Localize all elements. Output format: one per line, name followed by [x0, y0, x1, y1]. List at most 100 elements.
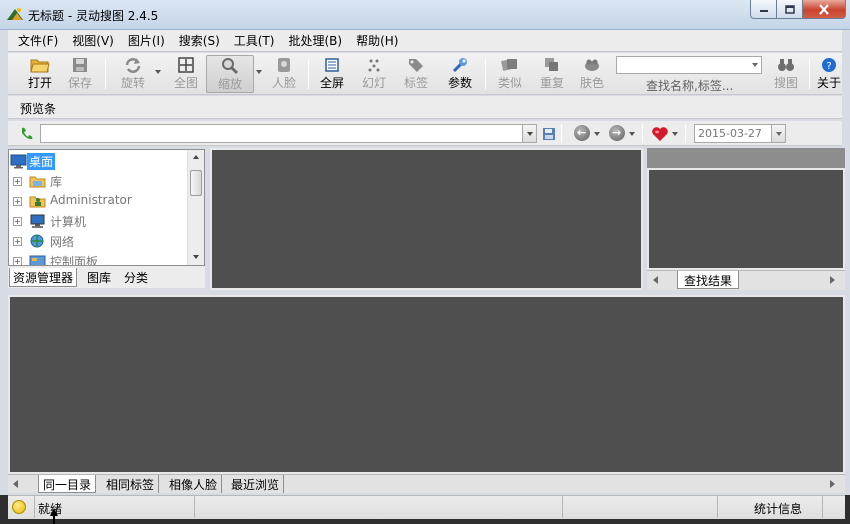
tree-item-desktop[interactable]: 桌面	[9, 151, 189, 171]
address-input[interactable]	[40, 124, 537, 143]
toolbar-separator	[642, 124, 643, 143]
preview-strip-label: 预览条	[20, 102, 57, 116]
smiley-icon	[12, 500, 26, 514]
search-images-button[interactable]: 搜图	[768, 55, 804, 93]
app-logo-icon	[7, 8, 23, 20]
window-controls	[750, 0, 846, 19]
maximize-button[interactable]	[776, 0, 802, 19]
computer-icon	[30, 214, 45, 228]
tree-item-computer[interactable]: + 计算机	[9, 211, 189, 231]
tag-button[interactable]: 标签	[398, 55, 434, 93]
tree-item-control-panel[interactable]: + 控制面板	[9, 251, 189, 265]
scroll-down-icon[interactable]	[193, 255, 199, 259]
search-results-view[interactable]	[647, 168, 845, 270]
fit-all-button[interactable]: 全图	[168, 55, 204, 93]
related-images-view[interactable]	[8, 295, 845, 474]
face-detect-icon	[278, 58, 290, 72]
thumbnail-view[interactable]	[210, 148, 643, 290]
expand-icon[interactable]: +	[13, 217, 22, 226]
tab-same-folder[interactable]: 同一目录	[38, 475, 97, 493]
zoom-button[interactable]: 缩放	[206, 55, 254, 93]
menu-image[interactable]: 图片(I)	[128, 32, 165, 49]
menu-batch[interactable]: 批处理(B)	[288, 32, 342, 49]
help-circle-icon: ?	[822, 58, 836, 72]
menu-help[interactable]: 帮助(H)	[356, 32, 398, 49]
tab-similar-face[interactable]: 相像人脸	[165, 475, 223, 493]
menu-bar: 文件(F) 视图(V) 图片(I) 搜索(S) 工具(T) 批处理(B) 帮助(…	[8, 30, 842, 52]
save-button[interactable]: 保存	[62, 55, 98, 93]
arrow-right-icon: →	[612, 126, 622, 139]
slideshow-icon	[368, 59, 380, 72]
expand-icon[interactable]: +	[13, 177, 22, 186]
date-picker[interactable]: 2015-03-27	[694, 124, 786, 143]
tree-item-user[interactable]: + Administrator	[9, 191, 189, 211]
tab-scroll-left-icon[interactable]	[653, 276, 658, 284]
minimize-button[interactable]	[750, 0, 776, 19]
back-dropdown-arrow[interactable]	[594, 132, 600, 136]
tree-item-network[interactable]: + 网络	[9, 231, 189, 251]
status-cell	[822, 496, 845, 518]
duplicate-icon	[545, 58, 558, 71]
save-address-icon[interactable]	[542, 127, 556, 141]
rotate-button[interactable]: 旋转	[113, 55, 153, 93]
expand-icon[interactable]: +	[13, 197, 22, 206]
open-button[interactable]: 打开	[22, 55, 58, 93]
skin-button[interactable]: 肤色	[574, 55, 610, 93]
tab-scroll-right-icon[interactable]	[830, 480, 835, 488]
toolbar-separator	[308, 59, 309, 89]
tree-scrollbar[interactable]	[187, 150, 204, 265]
user-folder-icon	[29, 196, 46, 208]
control-panel-icon	[29, 255, 46, 265]
forward-button[interactable]: →	[609, 125, 625, 141]
address-dropdown-button[interactable]	[522, 125, 536, 142]
tab-gallery[interactable]: 图库	[84, 268, 114, 287]
tab-search-results[interactable]: 查找结果	[677, 271, 740, 289]
status-cell	[562, 496, 717, 518]
tree-item-libraries[interactable]: + 库	[9, 171, 189, 191]
save-disk-icon	[73, 58, 87, 72]
menu-tools[interactable]: 工具(T)	[234, 32, 275, 49]
forward-dropdown-arrow[interactable]	[629, 132, 635, 136]
tab-recent[interactable]: 最近浏览	[227, 475, 285, 493]
similar-button[interactable]: 类似	[492, 55, 528, 93]
zoom-dropdown-arrow[interactable]	[256, 70, 262, 74]
main-toolbar: 打开 保存 旋转 全图 缩放 人脸 全屏 幻灯 标签 参数 类似 重复 肤色 查…	[8, 53, 842, 95]
about-button[interactable]: ? 关于	[814, 55, 844, 93]
rotate-dropdown-arrow[interactable]	[155, 70, 161, 74]
search-input[interactable]	[616, 56, 762, 74]
expand-icon[interactable]: +	[13, 257, 22, 265]
menu-file[interactable]: 文件(F)	[18, 32, 58, 49]
network-icon	[30, 234, 44, 248]
favorite-heart-icon[interactable]	[651, 126, 669, 142]
scroll-up-icon[interactable]	[193, 155, 199, 159]
close-button[interactable]	[802, 0, 846, 19]
menu-search[interactable]: 搜索(S)	[179, 32, 220, 49]
tab-scroll-left-icon[interactable]	[13, 480, 18, 488]
tab-explorer[interactable]: 资源管理器	[9, 268, 78, 287]
folder-tree[interactable]: 桌面 + 库 + Administrator + 计算机 + 网络 + 控制面板	[8, 149, 205, 266]
phone-icon[interactable]	[20, 126, 36, 140]
params-button[interactable]: 参数	[442, 55, 478, 93]
back-button[interactable]: ←	[574, 125, 590, 141]
duplicate-button[interactable]: 重复	[534, 55, 570, 93]
title-bar: 无标题 - 灵动搜图 2.4.5	[0, 0, 850, 30]
zoom-magnifier-icon	[222, 58, 239, 75]
status-bar: 就绪 统计信息	[0, 495, 850, 524]
face-button[interactable]: 人脸	[266, 55, 302, 93]
scrollbar-thumb[interactable]	[190, 170, 202, 196]
fullscreen-button[interactable]: 全屏	[314, 55, 350, 93]
tab-categories[interactable]: 分类	[121, 268, 151, 287]
wrench-icon	[452, 58, 467, 73]
expand-icon[interactable]: +	[13, 237, 22, 246]
tag-icon	[409, 59, 423, 72]
favorite-dropdown-arrow[interactable]	[672, 132, 678, 136]
slideshow-button[interactable]: 幻灯	[356, 55, 392, 93]
minimize-icon	[759, 10, 768, 12]
chevron-down-icon[interactable]	[752, 63, 758, 67]
tab-same-tag[interactable]: 相同标签	[102, 475, 160, 493]
date-dropdown-button[interactable]	[771, 125, 785, 142]
binoculars-icon	[778, 59, 794, 71]
tab-scroll-right-icon[interactable]	[830, 276, 835, 284]
similar-images-icon	[501, 59, 517, 71]
menu-view[interactable]: 视图(V)	[72, 32, 114, 49]
